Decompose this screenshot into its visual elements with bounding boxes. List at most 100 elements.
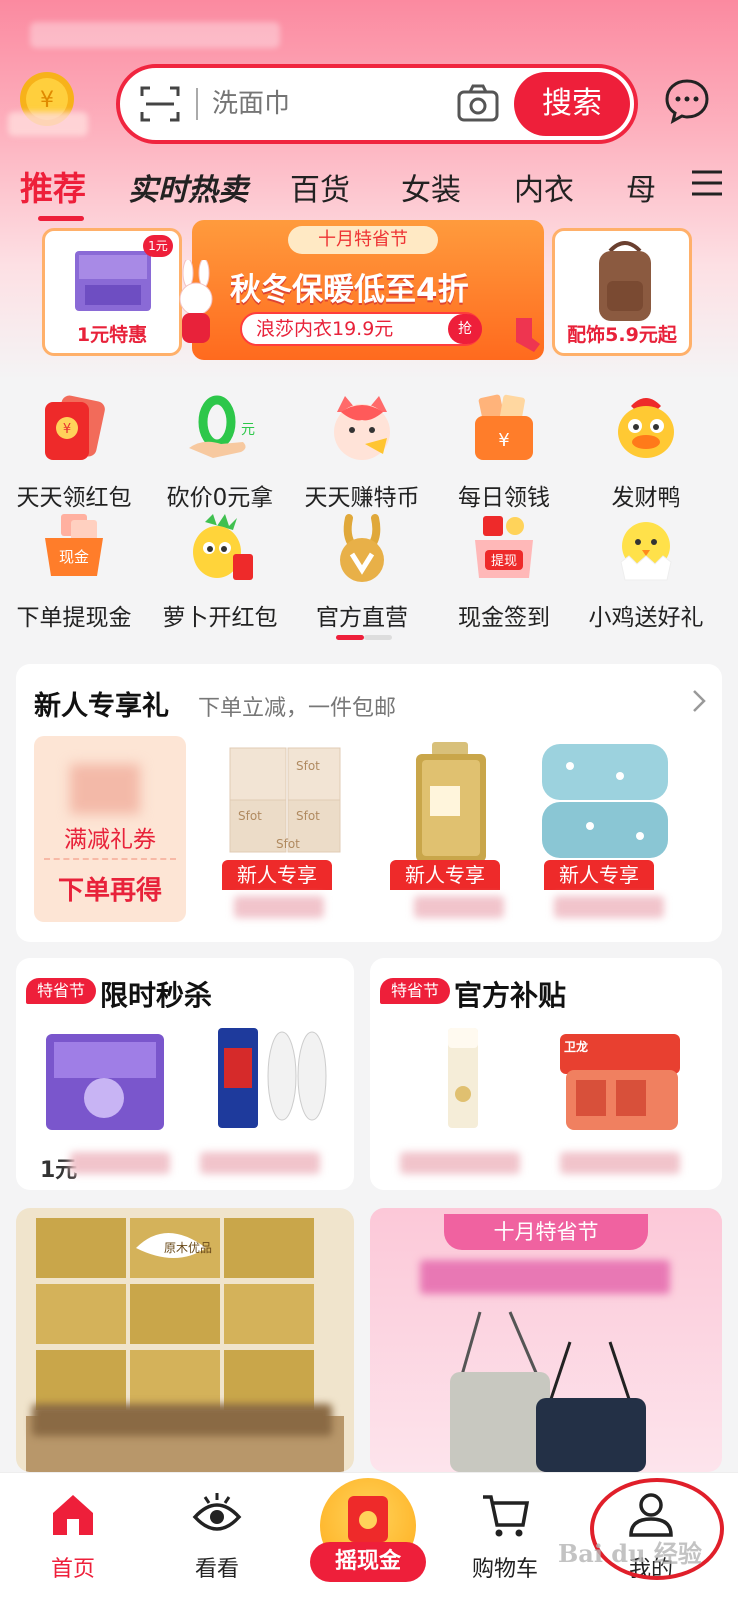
shortcut-label: 现金签到 — [458, 605, 550, 631]
blanket-image — [542, 744, 668, 858]
red-envelope-icon: ¥ — [45, 395, 105, 460]
message-icon[interactable] — [664, 78, 710, 124]
svg-text:现金: 现金 — [59, 548, 89, 566]
new-user-product[interactable]: 新人专享 — [386, 736, 516, 922]
feed-tag: 十月特省节 — [444, 1214, 648, 1250]
shortcut-withdraw-cash[interactable]: 现金 下单提现金 — [0, 512, 148, 632]
coupon-amount — [70, 764, 140, 814]
price-label — [414, 896, 504, 918]
price-label — [554, 896, 664, 918]
shortcut-label: 天天领红包 — [16, 485, 132, 511]
svg-text:提现: 提现 — [491, 553, 517, 569]
svg-text:原木优品: 原木优品 — [164, 1241, 212, 1255]
shortcut-lucky-duck[interactable]: 发财鸭 — [572, 392, 720, 512]
eye-icon — [192, 1493, 242, 1531]
rabbit-logo-icon — [340, 514, 384, 582]
svg-text:元: 元 — [241, 422, 255, 438]
shortcut-label: 砍价0元拿 — [166, 485, 274, 511]
feed-title — [420, 1260, 670, 1294]
lip-balm-image — [448, 1028, 478, 1128]
price-label — [560, 1152, 680, 1174]
banner-one-yuan[interactable]: 1元 1元特惠 — [42, 228, 182, 356]
shortcut-label: 每日领钱 — [458, 485, 550, 511]
nav-label: 看看 — [194, 1557, 239, 1582]
shortcut-label: 官方直营 — [316, 605, 408, 631]
banner-promo[interactable]: 十月特省节 秋冬保暖低至4折 浪莎内衣19.9元 抢 — [179, 220, 544, 360]
shortcut-bargain[interactable]: 元 砍价0元拿 — [146, 392, 294, 512]
nav-cart[interactable]: 购物车 — [450, 1473, 560, 1583]
tab-womens[interactable]: 女装 — [401, 165, 461, 209]
shortcut-label: 下单提现金 — [16, 605, 132, 631]
cash-basket-icon: 现金 — [45, 514, 103, 576]
backpack-image — [599, 241, 651, 321]
banner-title: 秋冬保暖低至4折 — [230, 272, 469, 308]
scan-icon[interactable] — [140, 84, 180, 124]
svg-text:¥: ¥ — [40, 88, 54, 113]
banner-right-label: 配饰5.9元起 — [567, 324, 677, 346]
tissue-pack-image — [46, 1034, 164, 1130]
banner-subtitle-text: 浪莎内衣19.9元 — [256, 318, 394, 340]
shortcut-earn-coins[interactable]: 天天赚特币 — [288, 392, 436, 512]
camera-icon[interactable] — [456, 82, 500, 126]
tab-recommend[interactable]: 推荐 — [20, 162, 86, 210]
shortcut-red-envelope[interactable]: ¥ 天天领红包 — [0, 392, 148, 512]
search-divider — [196, 88, 198, 120]
watermark: Bai du 经验 — [558, 1539, 702, 1568]
radish-icon — [193, 514, 253, 580]
banner-left-label: 1元特惠 — [76, 324, 148, 346]
price-label — [400, 1152, 520, 1174]
nav-label: 首页 — [50, 1557, 95, 1582]
nav-home[interactable]: 首页 — [18, 1473, 128, 1583]
shortcut-daily-money[interactable]: ¥ 每日领钱 — [430, 392, 578, 512]
new-user-tag: 新人专享 — [222, 860, 332, 890]
new-user-tag: 新人专享 — [390, 860, 500, 890]
feed-item-bags[interactable]: 十月特省节 — [370, 1208, 722, 1472]
shortcut-radish-envelope[interactable]: 萝卜开红包 — [146, 512, 294, 632]
duck-icon — [618, 398, 674, 458]
grab-button[interactable]: 抢 — [448, 314, 482, 344]
coupon-label: 满减礼券 — [64, 827, 156, 853]
home-icon — [53, 1495, 93, 1535]
banner-subtitle[interactable]: 浪莎内衣19.9元 抢 — [240, 312, 482, 346]
shortcut-label: 萝卜开红包 — [162, 605, 278, 631]
price-label — [200, 1152, 320, 1174]
svg-text:¥: ¥ — [498, 430, 509, 451]
search-input[interactable] — [212, 80, 442, 128]
new-user-title: 新人专享礼 — [34, 691, 169, 722]
price-label — [70, 1152, 170, 1174]
insole-image — [218, 1028, 327, 1128]
new-user-product[interactable]: Sfot Sfot Sfot Sfot 新人专享 — [218, 736, 348, 922]
cash-box-icon: 提现 — [475, 516, 533, 578]
tab-hot-sale[interactable]: 实时热卖 — [128, 165, 248, 209]
banner-accessories[interactable]: 配饰5.9元起 — [552, 228, 692, 356]
search-button[interactable]: 搜索 — [514, 72, 630, 136]
coupon-button[interactable]: 下单再得 — [34, 870, 186, 907]
zero-yuan-hand-icon: 元 — [189, 395, 255, 458]
tab-mother[interactable]: 母 — [626, 165, 656, 209]
shortcut-chick-gift[interactable]: 小鸡送好礼 — [572, 512, 720, 632]
festival-badge: 特省节 — [380, 978, 450, 1004]
search-bar[interactable]: 搜索 — [116, 64, 638, 144]
feed-title — [32, 1404, 332, 1436]
status-bar — [30, 22, 280, 48]
nav-watch[interactable]: 看看 — [162, 1473, 272, 1583]
coin-label — [8, 112, 88, 136]
chevron-right-icon[interactable] — [690, 688, 708, 714]
shortcut-official-store[interactable]: 官方直营 — [288, 512, 436, 632]
coupon-card[interactable]: 满减礼券 下单再得 — [34, 736, 186, 922]
rabbit-mascot-image — [179, 260, 213, 343]
new-user-product[interactable]: 新人专享 — [540, 736, 670, 922]
new-user-subtitle: 下单立减，一件包邮 — [198, 696, 397, 721]
flash-sale-title: 限时秒杀 — [100, 979, 213, 1012]
category-tabs: 推荐 实时热卖 百货 女装 内衣 母 — [0, 162, 738, 221]
svg-text:Sfot: Sfot — [296, 809, 320, 823]
page-indicator — [336, 635, 392, 640]
new-user-tag: 新人专享 — [544, 860, 654, 890]
shortcut-cash-checkin[interactable]: 提现 现金签到 — [430, 512, 578, 632]
tab-general[interactable]: 百货 — [290, 165, 350, 209]
feed-item-tissue[interactable]: 原木优品 — [16, 1208, 354, 1472]
menu-icon[interactable] — [690, 166, 724, 200]
shake-cash-label[interactable]: 摇现金 — [310, 1542, 426, 1582]
nav-label: 购物车 — [471, 1557, 538, 1582]
tab-underwear[interactable]: 内衣 — [514, 165, 574, 209]
